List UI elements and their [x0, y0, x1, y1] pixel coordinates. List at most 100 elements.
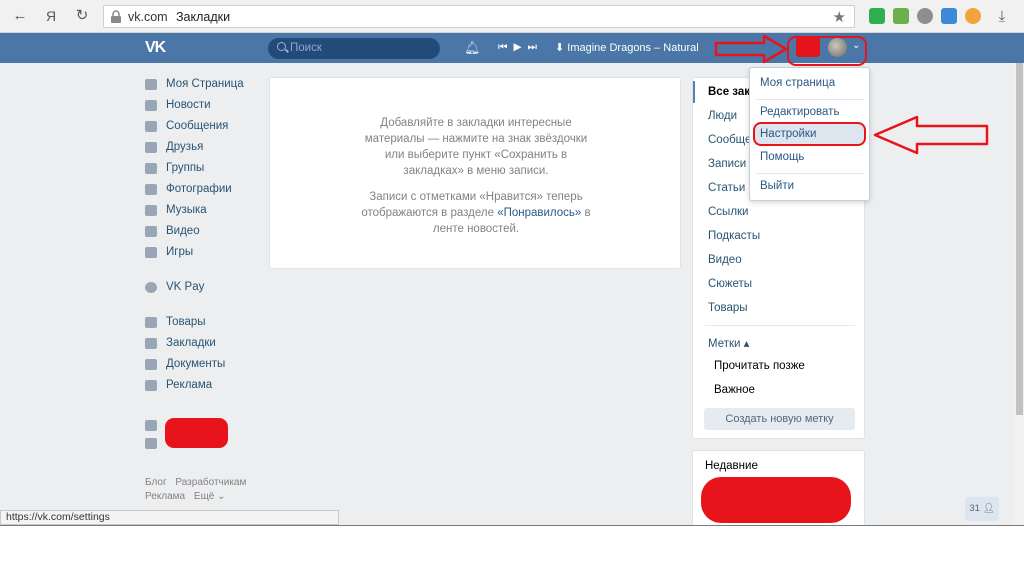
tag-important[interactable]: Важное — [714, 384, 755, 396]
sidebar-item-label: Моя Страница — [166, 78, 244, 90]
footer-link-more[interactable]: Ещё ⌄ — [194, 491, 226, 502]
sidebar-item-photos[interactable]: Фотографии — [145, 181, 255, 202]
s-extension-icon[interactable] — [941, 8, 957, 24]
capsule-extension-icon[interactable] — [965, 8, 981, 24]
prev-track-icon[interactable]: ⏮︎ — [498, 41, 507, 53]
music-icon — [145, 205, 157, 216]
footer-link-ads[interactable]: Реклама — [145, 491, 185, 502]
games-icon — [145, 247, 157, 258]
menu-item-help[interactable]: Помощь — [760, 151, 804, 163]
filter-articles[interactable]: Статьи — [708, 182, 745, 194]
tags-toggle[interactable]: Метки ▴ — [708, 336, 749, 350]
menu-item-my-page[interactable]: Моя страница — [760, 77, 835, 89]
sidebar-item-goods[interactable]: Товары — [145, 314, 255, 335]
filter-stories[interactable]: Сюжеты — [708, 278, 752, 290]
sidebar-item-label: Сообщения — [166, 120, 229, 132]
sidebar-item-music[interactable]: Музыка — [145, 202, 255, 223]
vk-header: VK Поиск 🔔︎ ⏮︎ ▶︎ ⏭︎ ⬇ Imagine Dragons – N… — [0, 33, 1024, 63]
sidebar-item-label: Музыка — [166, 204, 207, 216]
arrow-right-icon — [714, 34, 788, 64]
profile-dropdown: Моя страница Редактировать Настройки Пом… — [749, 67, 870, 201]
divider — [756, 173, 864, 174]
empty-state-text: Добавляйте в закладки интересные материа… — [364, 117, 588, 177]
community-icon — [145, 438, 157, 449]
sidebar-item-friends[interactable]: Друзья — [145, 139, 255, 160]
address-bar[interactable]: vk.com Закладки ★ — [103, 5, 855, 28]
sidebar-item-games[interactable]: Игры — [145, 244, 255, 265]
sidebar-item-label: Игры — [166, 246, 194, 258]
vk-logo-icon[interactable]: VK — [145, 39, 166, 57]
yandex-button[interactable]: Я — [41, 6, 61, 26]
reload-icon[interactable]: ↻ — [72, 6, 92, 26]
sidebar-item-my-page[interactable]: Моя Страница — [145, 76, 255, 97]
tag-read-later[interactable]: Прочитать позже — [714, 360, 805, 372]
address-page-title: Закладки — [176, 10, 231, 24]
download-extension-icon[interactable] — [893, 8, 909, 24]
sidebar-item-bookmarks[interactable]: Закладки — [145, 335, 255, 356]
sidebar-item-messages[interactable]: Сообщения — [145, 118, 255, 139]
friends-icon — [145, 142, 157, 153]
filter-podcasts[interactable]: Подкасты — [708, 230, 760, 242]
sidebar-item-news[interactable]: Новости — [145, 97, 255, 118]
recent-title: Недавние — [705, 460, 758, 472]
search-icon — [277, 42, 286, 51]
home-icon — [145, 79, 157, 90]
scrollbar-thumb[interactable] — [1016, 63, 1023, 415]
sidebar-item-groups[interactable]: Группы — [145, 160, 255, 181]
screen-bottom-edge — [0, 525, 1024, 526]
sidebar-divider — [145, 300, 255, 314]
chat-count: 31 — [969, 503, 980, 514]
bookmark-star-icon[interactable]: ★ — [833, 8, 846, 26]
redacted-communities — [165, 418, 228, 448]
sidebar-item-label: Документы — [166, 358, 226, 370]
recent-card: Недавние — [692, 450, 865, 525]
menu-item-edit[interactable]: Редактировать — [760, 106, 839, 118]
footer-link-blog[interactable]: Блог — [145, 477, 167, 488]
messages-icon — [145, 121, 157, 132]
audio-player-controls: ⏮︎ ▶︎ ⏭︎ — [498, 41, 543, 54]
search-input[interactable]: Поиск — [268, 38, 440, 59]
current-track[interactable]: ⬇ Imagine Dragons – Natural — [555, 41, 699, 54]
next-track-icon[interactable]: ⏭︎ — [528, 41, 537, 53]
back-arrow-icon[interactable]: ← — [10, 6, 30, 26]
status-bar: https://vk.com/settings — [0, 510, 339, 525]
divider — [705, 325, 855, 326]
lock-icon — [111, 10, 121, 23]
profile-highlight-box — [787, 36, 867, 66]
notifications-bell-icon[interactable]: 🔔︎ — [464, 40, 481, 56]
browser-toolbar: ← Я ↻ vk.com Закладки ★ ⤓ — [0, 0, 1024, 33]
address-host: vk.com — [128, 10, 168, 24]
footer-link-developers[interactable]: Разработчикам — [175, 477, 246, 488]
redacted-recent — [701, 477, 851, 523]
video-icon — [145, 226, 157, 237]
filter-people[interactable]: Люди — [708, 110, 737, 122]
filter-video[interactable]: Видео — [708, 254, 742, 266]
download-icon[interactable]: ⤓ — [992, 7, 1012, 27]
sidebar-item-ads[interactable]: Реклама — [145, 377, 255, 398]
globe-extension-icon[interactable] — [917, 8, 933, 24]
sidebar-item-documents[interactable]: Документы — [145, 356, 255, 377]
play-icon[interactable]: ▶︎ — [513, 41, 521, 53]
sidebar-item-video[interactable]: Видео — [145, 223, 255, 244]
sidebar-item-label: Новости — [166, 99, 211, 111]
liked-link[interactable]: «Понравилось» — [497, 207, 581, 219]
sidebar-item-vk-pay[interactable]: VK Pay — [145, 279, 255, 300]
sidebar-divider — [145, 265, 255, 279]
shield-extension-icon[interactable] — [869, 8, 885, 24]
goods-icon — [145, 317, 157, 328]
filter-posts[interactable]: Записи — [708, 158, 746, 170]
bookmark-star-icon — [145, 338, 157, 349]
create-tag-button[interactable]: Создать новую метку — [704, 408, 855, 430]
sidebar-item-label: Видео — [166, 225, 200, 237]
filter-goods[interactable]: Товары — [708, 302, 748, 314]
chat-badge[interactable]: 31 👤︎ — [965, 497, 999, 521]
community-icon — [145, 420, 157, 431]
menu-item-logout[interactable]: Выйти — [760, 180, 794, 192]
empty-state-likes-text: Записи с отметками «Нравится» теперь ото… — [360, 189, 592, 237]
bookmarks-empty-card: Добавляйте в закладки интересные материа… — [269, 77, 681, 269]
search-placeholder: Поиск — [290, 42, 322, 54]
left-sidebar: Моя Страница Новости Сообщения Друзья Гр… — [145, 76, 255, 398]
menu-item-settings[interactable]: Настройки — [760, 128, 816, 140]
filter-links[interactable]: Ссылки — [708, 206, 749, 218]
active-indicator — [693, 81, 695, 103]
